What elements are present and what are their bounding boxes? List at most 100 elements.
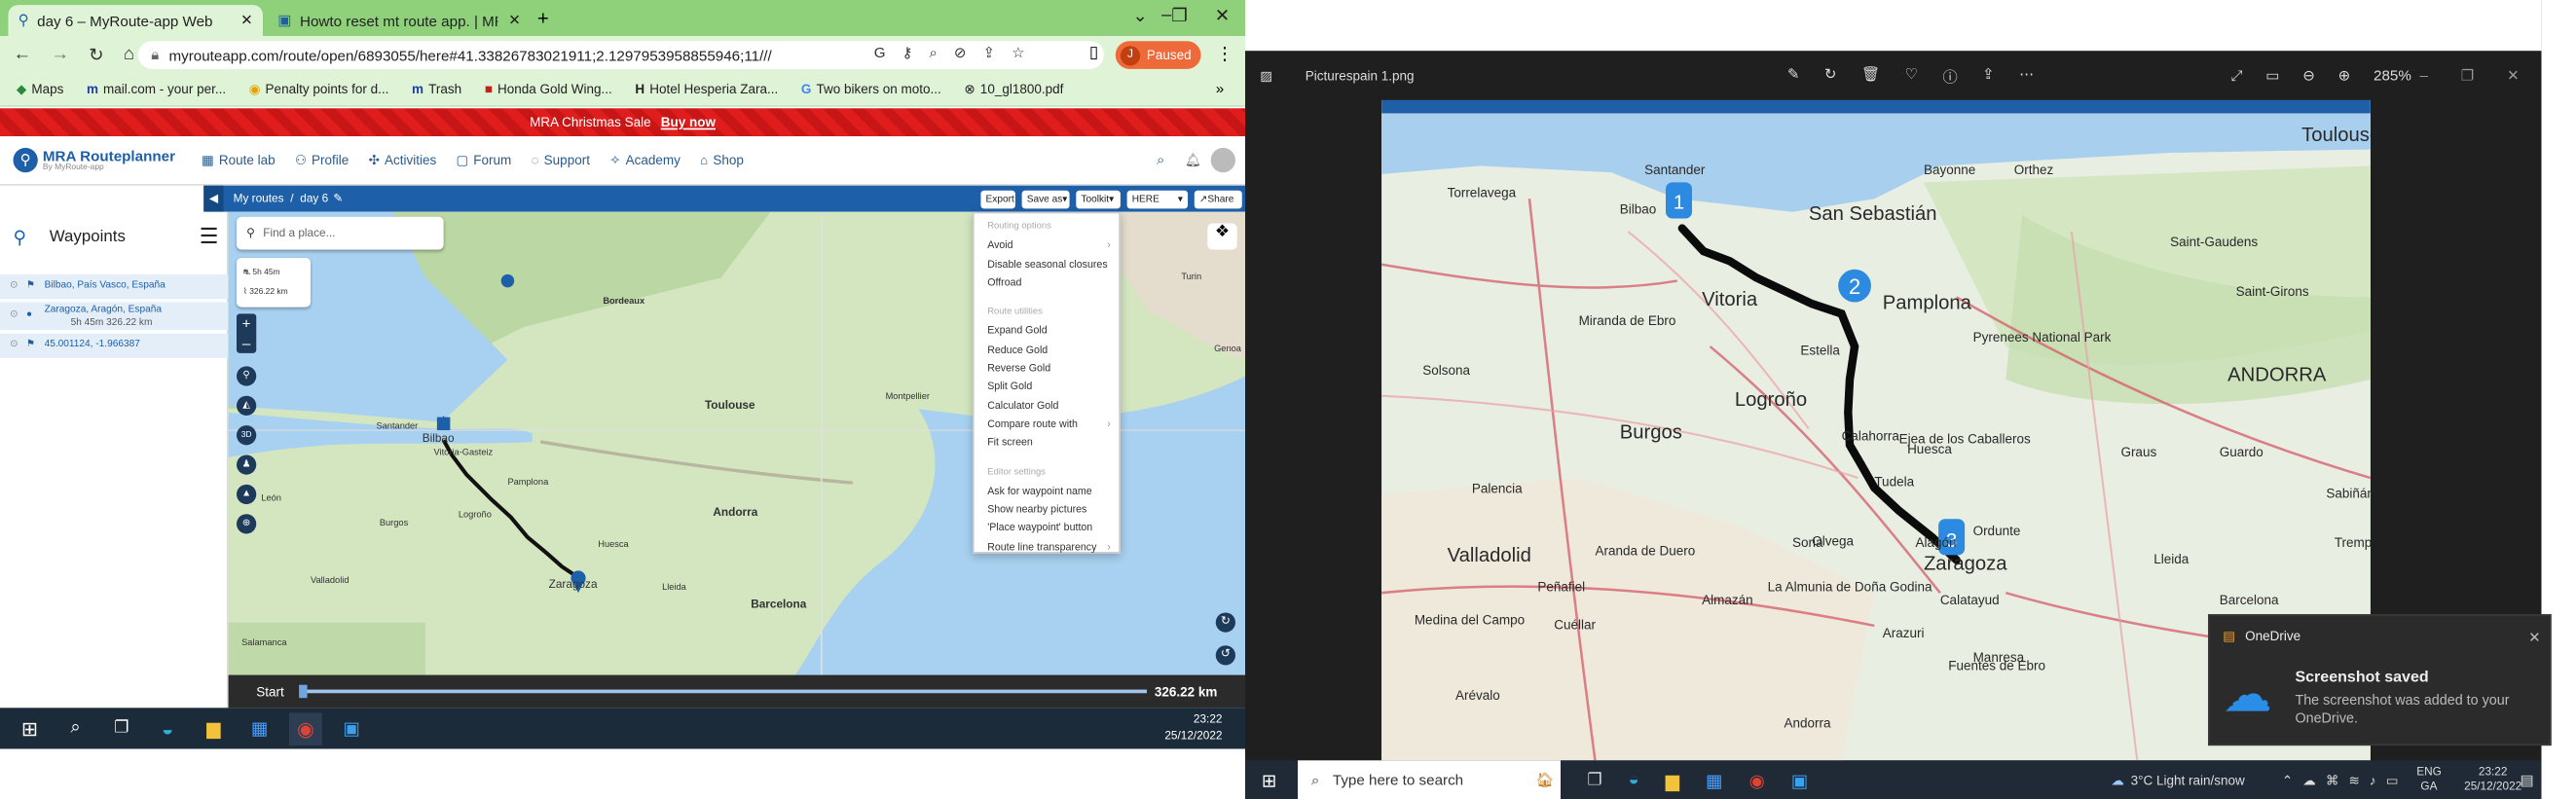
chrome-icon[interactable]: ◉ <box>289 711 322 745</box>
provider-select[interactable]: HERE ▾ <box>1126 190 1189 209</box>
nav-activities[interactable]: ✣ Activities <box>369 153 437 167</box>
layers-icon[interactable]: ❖ <box>1207 223 1237 250</box>
buy-now-link[interactable]: Buy now <box>661 115 716 129</box>
menu-item[interactable]: Avoid <box>975 237 1120 257</box>
key-icon[interactable]: ⚷ <box>902 45 912 63</box>
menu-item[interactable]: Reduce Gold <box>975 342 1120 360</box>
windows-start-icon[interactable]: ⊞ <box>1262 770 1277 790</box>
menu-icon[interactable]: ☰ <box>200 224 219 250</box>
nav-support[interactable]: ◌ Support <box>532 153 590 167</box>
mra-logo[interactable]: ⚲ MRA Routeplanner By MyRoute-app <box>13 147 175 173</box>
reload-icon[interactable]: ↻ <box>89 44 104 64</box>
menu-item[interactable]: Offroad <box>975 274 1120 293</box>
menu-item[interactable]: Reverse Gold <box>975 360 1120 379</box>
heart-icon[interactable]: ♡ <box>1905 65 1919 87</box>
nav-shop[interactable]: ⌂ Shop <box>700 153 744 167</box>
menu-item[interactable]: 'Place waypoint' button <box>975 520 1120 538</box>
bookmark-item[interactable]: G Two bikers on moto... <box>801 82 941 96</box>
bookmark-item[interactable]: ⊗ 10_gl1800.pdf <box>964 82 1063 96</box>
save-as-button[interactable]: Save as ▾ <box>1021 190 1070 209</box>
store-icon[interactable]: ▦ <box>243 712 276 745</box>
google-icon[interactable]: G <box>874 45 886 63</box>
edit-icon[interactable]: ✎ <box>1787 65 1800 87</box>
sidebar-toggle-icon[interactable]: ▯ <box>1089 45 1098 63</box>
new-tab-icon[interactable]: + <box>537 7 549 30</box>
waypoint-row[interactable]: ⊙ ● Zaragoza, Aragón, España 5h 45m 326.… <box>0 302 229 331</box>
share-button[interactable]: ↗ Share <box>1194 190 1242 209</box>
target-icon[interactable]: ⊕ <box>237 514 257 534</box>
timeline-track[interactable] <box>302 689 1147 694</box>
search-icon[interactable]: ⌕ <box>1157 151 1165 169</box>
edge-icon[interactable]: ◒ <box>151 712 184 745</box>
collapse-icon[interactable]: ◀ <box>203 185 224 212</box>
search-box[interactable]: ⚲ Find a place... <box>237 216 444 250</box>
toolkit-button[interactable]: Toolkit ▾ <box>1076 190 1121 209</box>
location-icon[interactable]: ⚲ <box>237 366 257 386</box>
task-view-icon[interactable]: ❐ <box>1587 771 1601 789</box>
windows-start-icon[interactable]: ⊞ <box>14 712 47 745</box>
taskbar-search[interactable]: ⌕ Type here to search 🏠︎ <box>1298 760 1562 799</box>
drag-icon[interactable]: ⊙ <box>10 334 18 358</box>
onedrive-toast[interactable]: ▤ OneDrive ✕ ☁ Screenshot saved The scre… <box>2208 614 2552 746</box>
menu-item[interactable]: Route line transparency <box>975 538 1120 558</box>
tab-active[interactable]: ⚲ day 6 – MyRoute-app Web ✕ <box>8 5 263 37</box>
network-icon[interactable]: ⌘ <box>2326 773 2339 787</box>
bookmark-item[interactable]: ◆ Maps <box>17 82 63 96</box>
zoom-out-icon[interactable]: ⊖ <box>2302 66 2315 85</box>
waypoint-row[interactable]: ⊙ ⚑ 45.001124, -1.966387 <box>0 333 229 358</box>
home-icon[interactable]: ⌂ <box>124 45 134 64</box>
bell-icon[interactable]: 🔔︎ <box>1185 153 1201 167</box>
close-icon[interactable]: ✕ <box>240 12 253 30</box>
task-view-icon[interactable]: ❐ <box>105 712 138 745</box>
folder-icon[interactable]: ▆ <box>198 712 231 745</box>
minimize-icon[interactable]: – <box>2420 66 2428 85</box>
menu-item[interactable]: Split Gold <box>975 379 1120 397</box>
back-icon[interactable]: ← <box>14 45 32 64</box>
tab-2[interactable]: ▣ Howto reset mt route app. | MRA ✕ <box>268 5 531 36</box>
forward-icon[interactable]: → <box>51 45 69 64</box>
close-icon[interactable]: ✕ <box>508 12 521 30</box>
history-icon[interactable]: ↺ <box>1215 645 1235 666</box>
menu-item[interactable]: Expand Gold <box>975 323 1120 342</box>
drag-icon[interactable]: ⊙ <box>10 274 18 299</box>
refresh-icon[interactable]: ↻ <box>1215 612 1235 633</box>
bookmarks-overflow-icon[interactable]: » <box>1216 81 1224 97</box>
nav-route-lab[interactable]: ▦ Route lab <box>202 153 276 167</box>
photos-icon[interactable]: ▣ <box>1791 770 1809 790</box>
star-icon[interactable]: ☆ <box>1012 45 1025 63</box>
zoom-in-button[interactable]: + <box>237 313 256 333</box>
close-icon[interactable]: ✕ <box>2528 629 2541 647</box>
edit-icon[interactable]: ✎ <box>333 192 343 205</box>
fit-icon[interactable]: ▭ <box>2265 66 2279 85</box>
share-icon[interactable]: ⇪ <box>982 45 995 63</box>
zoom-icon[interactable]: ⌕ <box>929 45 938 63</box>
language-indicator[interactable]: ENG GA <box>2416 765 2442 794</box>
store-icon[interactable]: ▦ <box>1706 770 1723 790</box>
bookmark-item[interactable]: m Trash <box>412 82 461 96</box>
bookmark-item[interactable]: H Hotel Hesperia Zara... <box>635 82 778 96</box>
fullscreen-icon[interactable]: ⤢ <box>2231 66 2243 85</box>
nav-academy[interactable]: ✧ Academy <box>609 153 681 167</box>
zoom-out-button[interactable]: – <box>237 334 256 353</box>
compass-icon[interactable]: ◭ <box>237 395 257 416</box>
close-window-icon[interactable]: ✕ <box>1199 5 1245 26</box>
person-icon[interactable]: ♟ <box>237 454 257 475</box>
volume-icon[interactable]: ♪ <box>2370 773 2376 787</box>
battery-icon[interactable]: ▭ <box>2386 773 2399 787</box>
terrain-icon[interactable]: ▲ <box>237 484 257 505</box>
folder-icon[interactable]: ▆ <box>1666 770 1679 790</box>
breadcrumb-root[interactable]: My routes <box>234 193 284 204</box>
drag-icon[interactable]: ⊙ <box>10 309 18 322</box>
search-icon[interactable]: ⌕ <box>59 712 92 745</box>
weather-widget[interactable]: ☁ 3°C Light rain/snow <box>2111 773 2244 787</box>
menu-item[interactable]: Compare route with <box>975 416 1120 435</box>
menu-item[interactable]: Show nearby pictures <box>975 501 1120 520</box>
eye-off-icon[interactable]: ⊘ <box>954 45 967 63</box>
more-icon[interactable]: ⋯ <box>2019 65 2034 87</box>
3d-icon[interactable]: 3D <box>237 425 257 446</box>
menu-item[interactable]: Fit screen <box>975 434 1120 453</box>
profile-paused-chip[interactable]: J Paused <box>1115 41 1201 69</box>
export-button[interactable]: Export <box>980 190 1015 209</box>
bookmark-item[interactable]: ■ Honda Gold Wing... <box>485 82 612 96</box>
zoom-in-icon[interactable]: ⊕ <box>2338 66 2351 85</box>
